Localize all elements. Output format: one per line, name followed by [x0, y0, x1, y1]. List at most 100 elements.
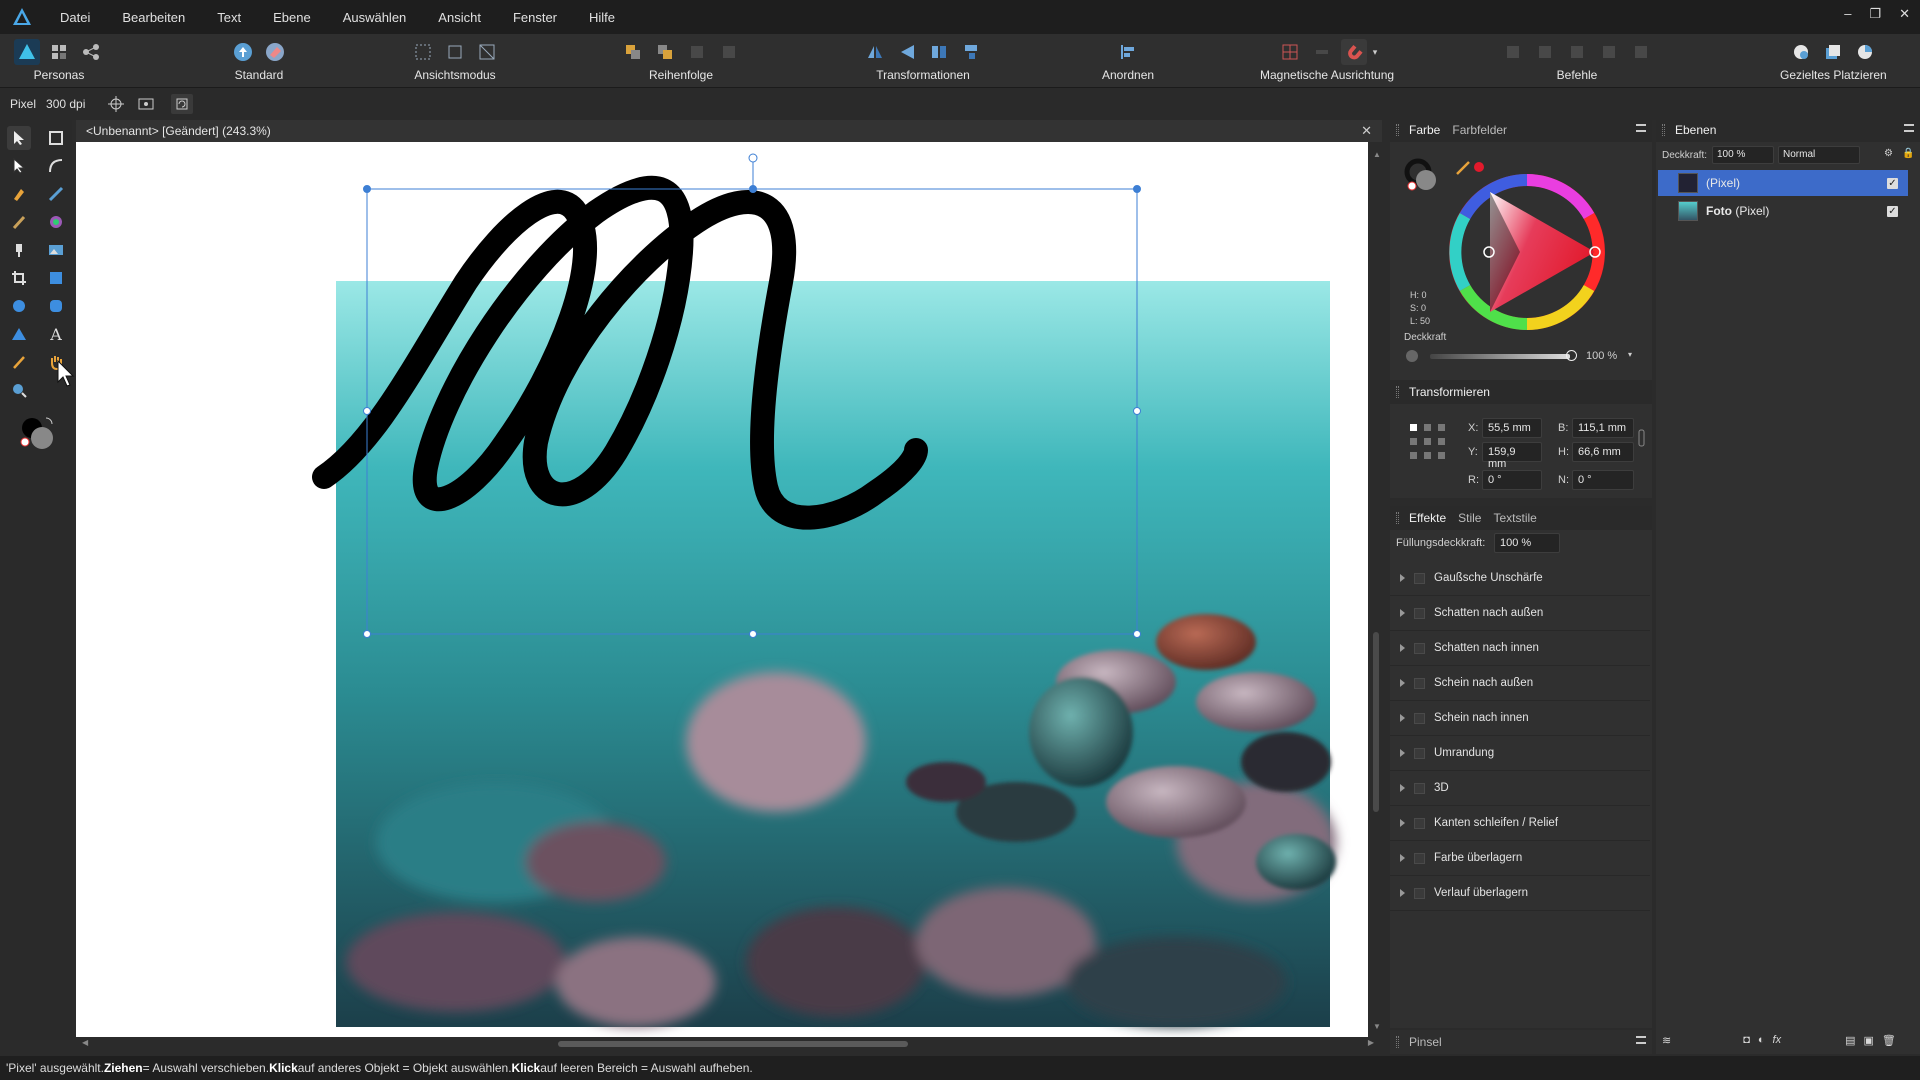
- snapping-dropdown-icon[interactable]: ▾: [1373, 47, 1378, 58]
- eyedropper-tool[interactable]: [7, 350, 31, 374]
- effect-checkbox[interactable]: [1414, 817, 1425, 829]
- menu-ansicht[interactable]: Ansicht: [438, 10, 481, 25]
- pencil-tool[interactable]: [44, 182, 68, 206]
- command-3-button[interactable]: [1564, 39, 1590, 65]
- menu-text[interactable]: Text: [217, 10, 241, 25]
- expand-arrow-icon[interactable]: [1400, 784, 1405, 792]
- panel-grip-icon[interactable]: [1396, 124, 1399, 136]
- layer-row-pixel[interactable]: (Pixel) ✓: [1658, 170, 1908, 196]
- scroll-up-icon[interactable]: ▲: [1373, 150, 1381, 159]
- snapping-option-button[interactable]: [1309, 39, 1335, 65]
- panel-grip-icon[interactable]: [1396, 1036, 1399, 1048]
- arrange-backward-button[interactable]: [652, 39, 678, 65]
- rounded-rectangle-tool[interactable]: [44, 294, 68, 318]
- pixel-persona-button[interactable]: [46, 39, 72, 65]
- mask-icon[interactable]: ◘: [1743, 1034, 1750, 1046]
- effect-checkbox[interactable]: [1414, 852, 1425, 864]
- menu-bearbeiten[interactable]: Bearbeiten: [122, 10, 185, 25]
- menu-fenster[interactable]: Fenster: [513, 10, 557, 25]
- transform-origin-button[interactable]: [105, 94, 127, 114]
- color-wheel[interactable]: [1445, 170, 1609, 334]
- insert-behind-button[interactable]: [1788, 39, 1814, 65]
- layer-visibility-checkbox[interactable]: ✓: [1887, 205, 1898, 217]
- place-image-tool[interactable]: [44, 238, 68, 262]
- effect-checkbox[interactable]: [1414, 642, 1425, 654]
- artboard-tool[interactable]: [44, 126, 68, 150]
- arrange-back-button[interactable]: [620, 39, 646, 65]
- effect-row[interactable]: Schein nach außen: [1390, 666, 1650, 701]
- effect-row[interactable]: 3D: [1390, 771, 1650, 806]
- effect-row[interactable]: Verlauf überlagern: [1390, 876, 1650, 911]
- effect-row[interactable]: Schein nach innen: [1390, 701, 1650, 736]
- rectangle-tool[interactable]: [44, 266, 68, 290]
- view-mode-3-button[interactable]: [474, 39, 500, 65]
- expand-arrow-icon[interactable]: [1400, 819, 1405, 827]
- unit-selector[interactable]: Pixel: [10, 97, 36, 111]
- color-swatches[interactable]: [18, 414, 58, 454]
- y-field[interactable]: 159,9 mm: [1482, 442, 1542, 470]
- close-window-button[interactable]: ✕: [1899, 6, 1910, 22]
- effect-checkbox[interactable]: [1414, 607, 1425, 619]
- command-4-button[interactable]: [1596, 39, 1622, 65]
- designer-persona-button[interactable]: [14, 39, 40, 65]
- effect-checkbox[interactable]: [1414, 887, 1425, 899]
- effect-checkbox[interactable]: [1414, 677, 1425, 689]
- panel-grip-icon[interactable]: [1396, 386, 1399, 398]
- command-2-button[interactable]: [1532, 39, 1558, 65]
- fill-opacity-field[interactable]: 100 %: [1494, 533, 1560, 553]
- rotate-right-button[interactable]: [958, 39, 984, 65]
- flip-vertical-button[interactable]: [894, 39, 920, 65]
- tab-transformieren[interactable]: Transformieren: [1403, 385, 1496, 399]
- effect-checkbox[interactable]: [1414, 572, 1425, 584]
- scroll-right-icon[interactable]: ▶: [1368, 1038, 1374, 1047]
- effect-checkbox[interactable]: [1414, 712, 1425, 724]
- opacity-slider-handle[interactable]: [1566, 350, 1577, 361]
- effect-row[interactable]: Schatten nach innen: [1390, 631, 1650, 666]
- export-persona-button[interactable]: [78, 39, 104, 65]
- layer-stack-icon[interactable]: ≋: [1662, 1034, 1671, 1047]
- move-tool[interactable]: [7, 126, 31, 150]
- link-aspect-icon[interactable]: [1638, 428, 1646, 448]
- fill-tool[interactable]: [7, 238, 31, 262]
- tab-farbfelder[interactable]: Farbfelder: [1446, 123, 1513, 137]
- arrange-forward-button[interactable]: [684, 39, 710, 65]
- menu-ebene[interactable]: Ebene: [273, 10, 311, 25]
- rotate-canvas-button[interactable]: [171, 94, 194, 114]
- tab-stile[interactable]: Stile: [1452, 511, 1487, 525]
- opacity-value[interactable]: 100 %: [1586, 350, 1617, 362]
- layer-settings-icon[interactable]: ⚙: [1884, 148, 1893, 159]
- rotation-field[interactable]: 0 °: [1482, 470, 1542, 490]
- delete-layer-icon[interactable]: 🗑: [1882, 1034, 1896, 1047]
- tab-farbe[interactable]: Farbe: [1403, 123, 1446, 137]
- group-layer-icon[interactable]: ▣: [1864, 1034, 1874, 1047]
- vector-brush-tool[interactable]: [7, 210, 31, 234]
- expand-arrow-icon[interactable]: [1400, 574, 1405, 582]
- effect-row[interactable]: Umrandung: [1390, 736, 1650, 771]
- effect-row[interactable]: Kanten schleifen / Relief: [1390, 806, 1650, 841]
- zoom-tool[interactable]: [7, 378, 31, 402]
- panel-menu-icon[interactable]: [1636, 124, 1646, 132]
- expand-arrow-icon[interactable]: [1400, 644, 1405, 652]
- expand-arrow-icon[interactable]: [1400, 714, 1405, 722]
- canvas-artwork[interactable]: [76, 142, 1368, 1037]
- canvas[interactable]: [76, 142, 1368, 1037]
- expand-arrow-icon[interactable]: [1400, 749, 1405, 757]
- scroll-left-icon[interactable]: ◀: [82, 1038, 88, 1047]
- view-mode-1-button[interactable]: [410, 39, 436, 65]
- document-tab[interactable]: <Unbenannt> [Geändert] (243.3%) ✕: [76, 120, 1382, 142]
- tab-effekte[interactable]: Effekte: [1403, 511, 1452, 525]
- dpi-selector[interactable]: 300 dpi: [46, 97, 85, 111]
- share-button[interactable]: [230, 39, 256, 65]
- effect-row[interactable]: Schatten nach außen: [1390, 596, 1650, 631]
- node-tool[interactable]: [7, 154, 31, 178]
- insert-inside-button[interactable]: [1852, 39, 1878, 65]
- menu-datei[interactable]: Datei: [60, 10, 90, 25]
- opacity-dropdown-icon[interactable]: ▾: [1628, 350, 1632, 359]
- snapping-toggle-button[interactable]: [1340, 39, 1367, 65]
- color-picker-tool[interactable]: [44, 210, 68, 234]
- expand-arrow-icon[interactable]: [1400, 679, 1405, 687]
- triangle-tool[interactable]: [7, 322, 31, 346]
- restore-button[interactable]: ❐: [1869, 6, 1881, 22]
- insert-top-button[interactable]: [1820, 39, 1846, 65]
- panel-menu-icon[interactable]: [1904, 124, 1914, 132]
